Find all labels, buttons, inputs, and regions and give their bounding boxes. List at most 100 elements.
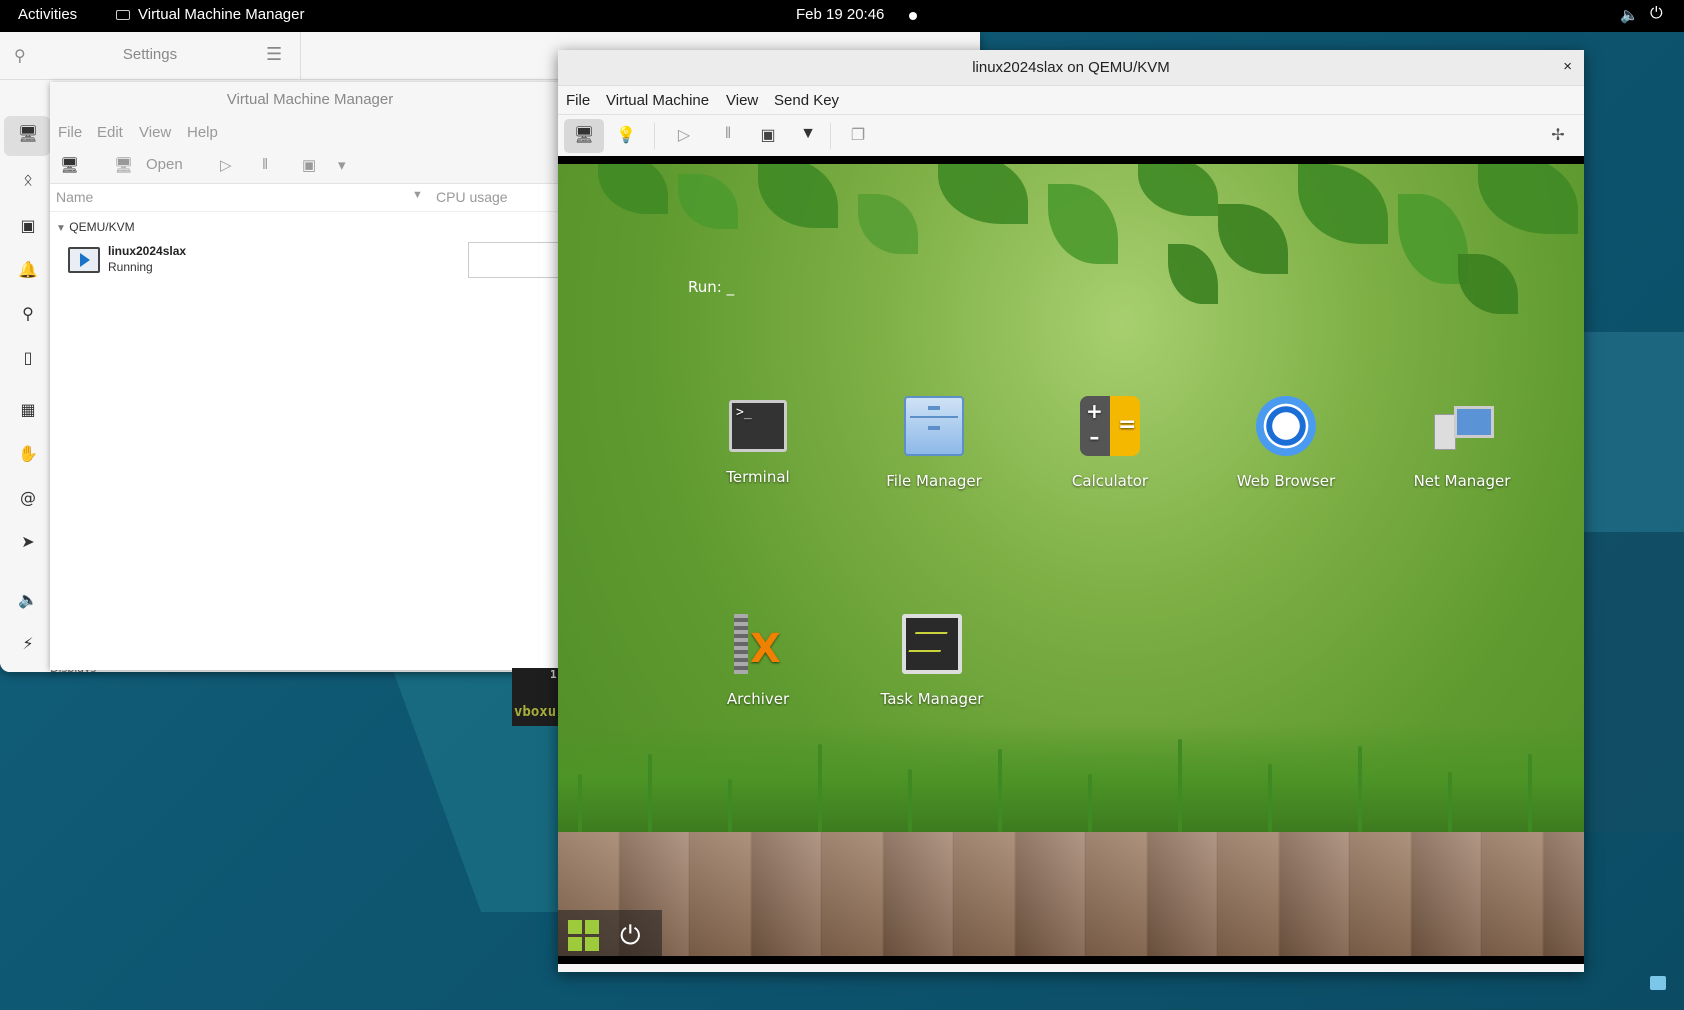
web-browser-icon <box>1256 396 1316 456</box>
power-icon[interactable]: ⏻ <box>620 920 641 952</box>
network-icon[interactable]: 🖥 <box>16 124 40 148</box>
desktop-icon-calculator[interactable]: Calculator <box>1040 396 1180 490</box>
desktop-icon-terminal[interactable]: Terminal <box>688 396 828 486</box>
grass-blade <box>1268 764 1272 834</box>
menu-virtual-machine[interactable]: Virtual Machine <box>606 92 709 109</box>
leaf <box>1168 244 1218 304</box>
icon-label: File Manager <box>886 472 982 490</box>
snapshots-icon[interactable]: ❐ <box>838 119 878 153</box>
leaf <box>1458 254 1518 314</box>
toolbar-separator <box>830 123 831 149</box>
shutdown-icon[interactable]: ▣ <box>302 156 316 174</box>
desktop-icon-task-manager[interactable]: Task Manager <box>862 614 1002 708</box>
menu-file[interactable]: File <box>566 92 590 109</box>
console-view-icon[interactable]: 🖥 <box>564 119 604 153</box>
vm-running-icon <box>68 247 100 273</box>
vm-row[interactable]: linux2024slax Running <box>50 242 570 282</box>
message-tray-icon[interactable] <box>1650 976 1666 990</box>
clock[interactable]: Feb 19 20:46 <box>796 6 884 23</box>
multitasking-icon[interactable]: ▯ <box>16 348 40 372</box>
activities-button[interactable]: Activities <box>18 6 77 23</box>
menu-send-key[interactable]: Send Key <box>774 92 839 109</box>
privacy-icon[interactable]: ✋ <box>16 444 40 468</box>
menu-view[interactable]: View <box>726 92 758 109</box>
console-menubar: File Virtual Machine View Send Key <box>558 86 1584 114</box>
start-menu-icon[interactable] <box>568 920 600 952</box>
chevron-down-icon[interactable]: ▾ <box>338 156 346 174</box>
desktop-icon-archiver[interactable]: Archiver <box>688 614 828 708</box>
leaf <box>938 164 1028 224</box>
display-icon[interactable]: ▣ <box>16 216 40 240</box>
pause-icon[interactable]: ‖ <box>708 119 748 153</box>
pause-icon[interactable]: ‖ <box>262 156 268 173</box>
menu-edit[interactable]: Edit <box>97 124 123 141</box>
settings-title: Settings <box>122 46 178 63</box>
expander-icon[interactable]: ▼ <box>56 223 66 234</box>
leaf <box>1048 184 1118 264</box>
app-menu[interactable]: Virtual Machine Manager <box>116 6 304 23</box>
open-button[interactable]: Open <box>146 156 183 173</box>
volume-icon[interactable]: 🔈 <box>1620 6 1639 24</box>
settings-sidebar: 🖥 ᛟ ▣ 🔔 ⚲ ▯ ▦ ✋ @ ➤ 🔈 ⚡ <box>0 80 50 672</box>
grass-blade <box>1358 746 1362 834</box>
power-icon[interactable]: ⏻ <box>1650 5 1663 23</box>
start-square <box>585 937 599 951</box>
column-cpu-usage[interactable]: CPU usage <box>436 189 508 205</box>
new-vm-icon[interactable]: 🖥 <box>60 156 79 174</box>
apps-icon[interactable]: ▦ <box>16 400 40 424</box>
leaf <box>1298 164 1388 244</box>
bluetooth-icon[interactable]: ᛟ <box>16 170 40 194</box>
icon-label: Task Manager <box>880 690 984 708</box>
hamburger-menu-icon[interactable]: ☰ <box>266 44 282 65</box>
leaf <box>758 164 838 228</box>
file-manager-icon <box>904 396 964 456</box>
guest-desktop[interactable]: Run: _ Terminal File Manager Calculator … <box>558 164 1584 956</box>
app-menu-label: Virtual Machine Manager <box>138 6 305 23</box>
close-icon[interactable]: × <box>1563 58 1572 75</box>
guest-taskbar: ⏻ <box>558 910 662 956</box>
vm-name: linux2024slax <box>108 244 187 258</box>
power-settings-icon[interactable]: ⚡ <box>16 634 40 658</box>
console-toolbar: 🖥 💡 ▷ ‖ ▣ ▼ ❐ ✢ <box>558 114 1584 156</box>
grass-blade <box>1178 739 1182 834</box>
connection-group[interactable]: ▼ QEMU/KVM <box>56 220 135 234</box>
vm-manager-icon <box>116 9 130 20</box>
desktop-icon-net-manager[interactable]: Net Manager <box>1392 396 1532 490</box>
monitor-icon[interactable]: 🖥 <box>114 156 133 174</box>
fullscreen-icon[interactable]: ✢ <box>1538 119 1578 153</box>
vm-console-window: linux2024slax on QEMU/KVM × File Virtual… <box>558 50 1584 972</box>
notifications-icon[interactable]: 🔔 <box>16 260 40 284</box>
icon-label: Archiver <box>726 690 790 708</box>
vm-list-header: Name ▼ CPU usage <box>50 184 570 212</box>
run-prompt[interactable]: Run: _ <box>688 278 734 296</box>
vm-manager-titlebar: Virtual Machine Manager <box>50 82 570 118</box>
search-icon[interactable]: ⚲ <box>16 304 40 328</box>
toolbar-separator <box>654 123 655 149</box>
sharing-icon[interactable]: ➤ <box>16 532 40 556</box>
run-icon[interactable]: ▷ <box>220 156 232 174</box>
column-name[interactable]: Name <box>56 189 93 205</box>
online-accounts-icon[interactable]: @ <box>16 488 40 512</box>
menu-file[interactable]: File <box>58 124 82 141</box>
guest-display[interactable]: Run: _ Terminal File Manager Calculator … <box>558 156 1584 964</box>
menu-view[interactable]: View <box>139 124 171 141</box>
start-square <box>568 920 582 934</box>
task-manager-icon <box>902 614 962 674</box>
sound-icon[interactable]: 🔈 <box>16 590 40 614</box>
desktop-icon-web-browser[interactable]: Web Browser <box>1216 396 1356 490</box>
leaf <box>1138 164 1218 216</box>
details-bulb-icon[interactable]: 💡 <box>606 119 646 153</box>
leaf <box>598 164 668 214</box>
icon-label: Calculator <box>1071 472 1149 490</box>
shutdown-icon[interactable]: ▣ <box>748 119 788 153</box>
top-bar: Activities Virtual Machine Manager Feb 1… <box>0 0 1684 32</box>
sort-arrow-icon[interactable]: ▼ <box>412 189 423 201</box>
run-icon[interactable]: ▷ <box>664 119 704 153</box>
leaf <box>858 194 918 254</box>
cpu-usage-graph <box>468 242 570 278</box>
vm-manager-window: Virtual Machine Manager File Edit View H… <box>50 82 570 670</box>
chevron-down-icon[interactable]: ▼ <box>788 119 828 153</box>
desktop-icon-file-manager[interactable]: File Manager <box>864 396 1004 490</box>
terminal-text: vboxu <box>514 704 557 720</box>
menu-help[interactable]: Help <box>187 124 218 141</box>
